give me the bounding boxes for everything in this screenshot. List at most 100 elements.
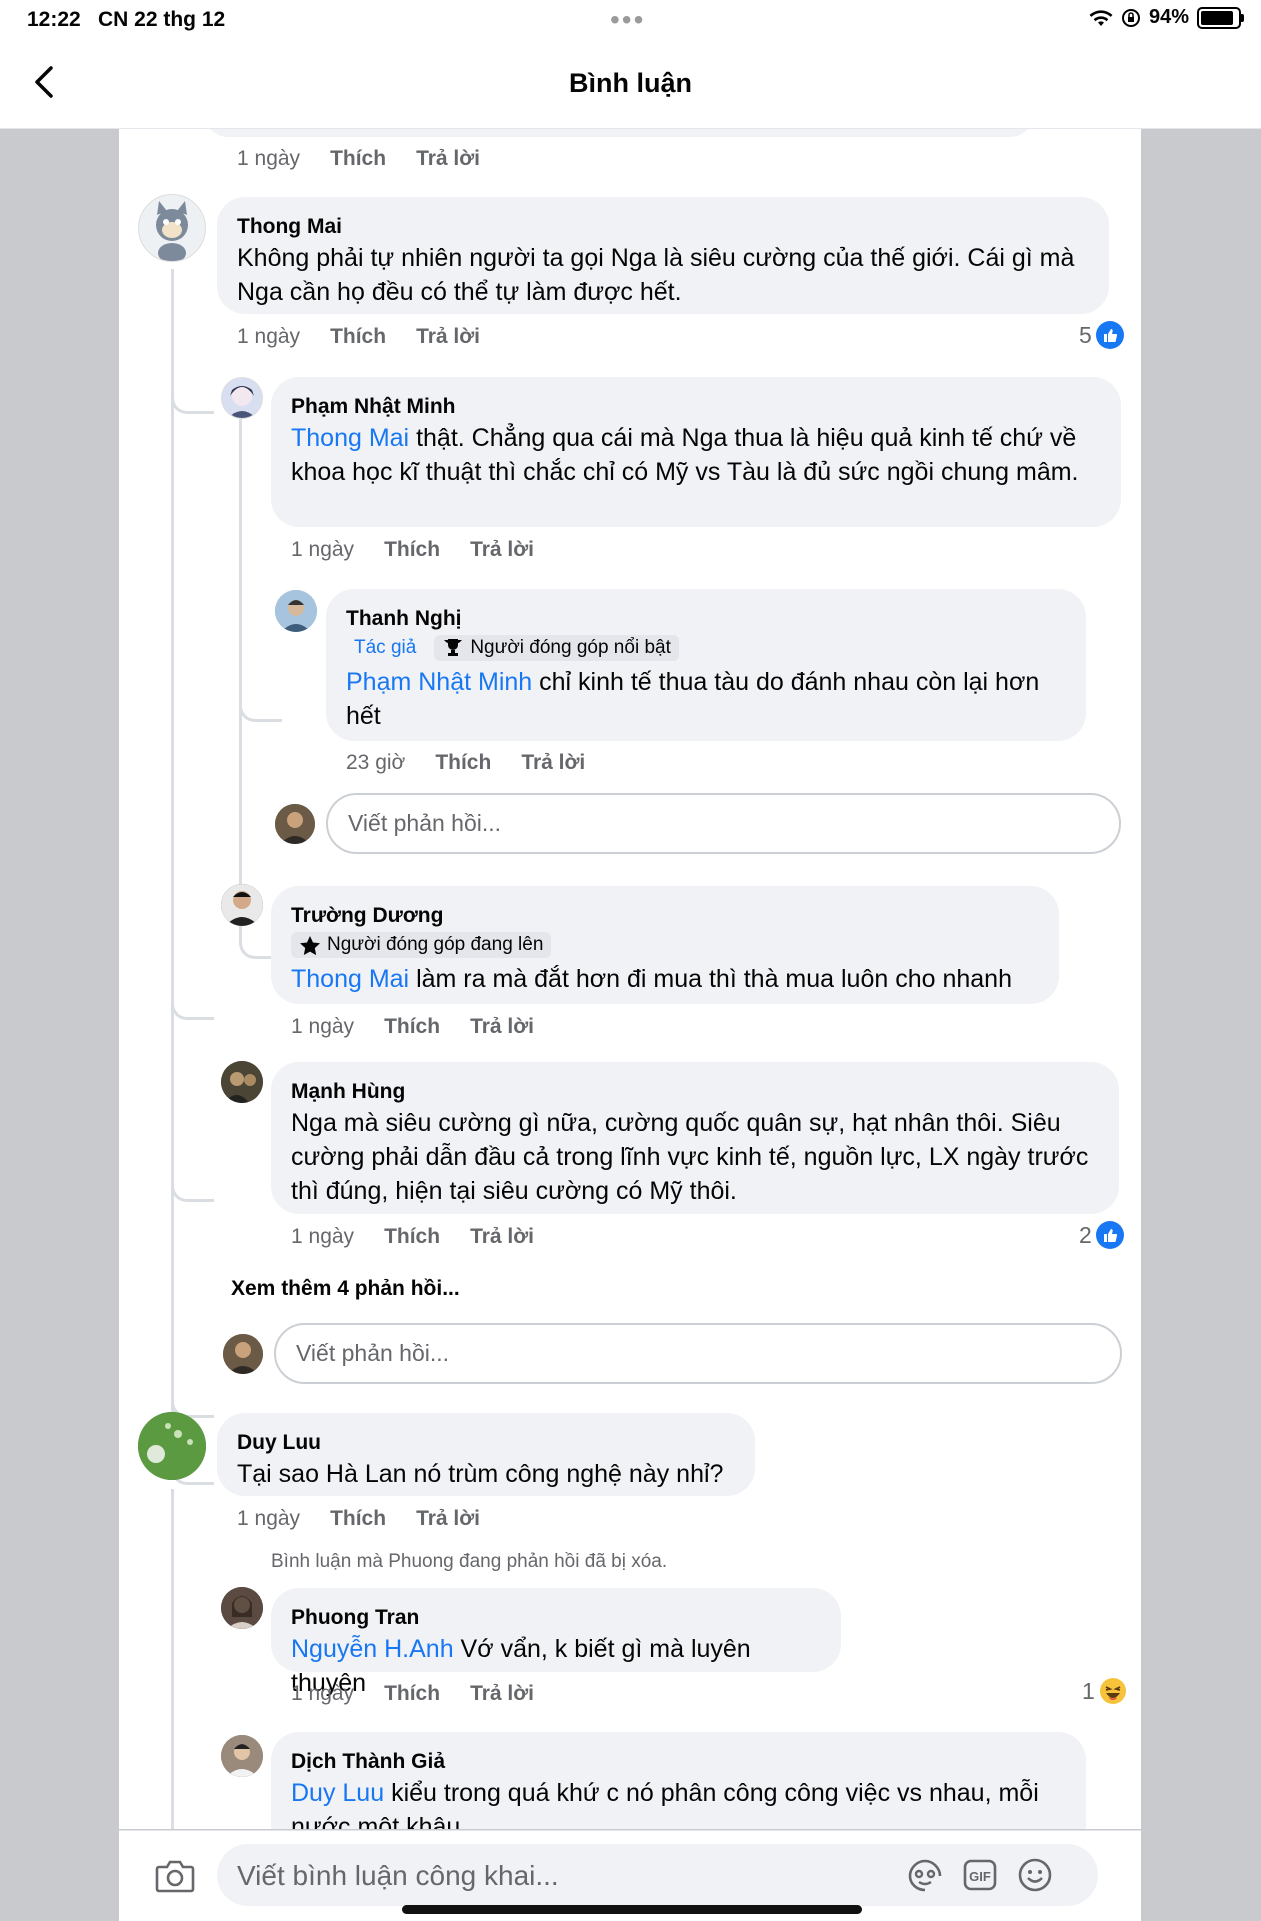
like-icon (1095, 321, 1124, 349)
photo-avatar-icon (221, 1587, 263, 1629)
comment-author[interactable]: Phạm Nhật Minh (291, 393, 1101, 421)
avatar[interactable] (221, 377, 263, 419)
reply-link[interactable]: Trả lời (416, 1507, 480, 1531)
reaction-number: 5 (1079, 321, 1092, 348)
reply-link[interactable]: Trả lời (470, 1015, 534, 1039)
comment-input[interactable]: Viết bình luận công khai... GIF (217, 1844, 1098, 1906)
comment-author[interactable]: Thong Mai (237, 213, 1089, 241)
comment-bubble[interactable]: Phuong Tran Nguyễn H.Anh Vớ vẩn, k biết … (271, 1588, 841, 1697)
comment-time: 1 ngày (291, 1015, 355, 1038)
mention-link[interactable]: Phạm Nhật Minh (346, 668, 532, 696)
haha-icon (1099, 1678, 1126, 1704)
comment-time: 1 ngày (237, 325, 301, 348)
anime-avatar-icon (228, 386, 256, 418)
comment-time: 1 ngày (237, 1507, 301, 1530)
comment-body: thật. Chẳng qua cái mà Nga thua là hiệu … (291, 424, 1079, 486)
avatar[interactable] (138, 194, 206, 262)
comment-bubble[interactable]: Thong Mai Không phải tự nhiên người ta g… (217, 197, 1109, 314)
comment-time: 1 ngày (291, 538, 355, 561)
avatar[interactable] (221, 1061, 263, 1103)
comments-header: Bình luận (0, 40, 1261, 129)
status-bar: 12:22 CN 22 thg 12 ••• 94% (0, 0, 1261, 40)
author-badge: Tác giả (354, 637, 417, 658)
reply-link[interactable]: Trả lời (521, 751, 585, 775)
comment-author[interactable]: Mạnh Hùng (291, 1078, 1099, 1106)
view-more-replies[interactable]: Xem thêm 4 phản hồi... (231, 1277, 460, 1301)
comment-meta: 23 giờ Thích Trả lời (346, 751, 585, 775)
like-link[interactable]: Thích (330, 325, 386, 349)
mention-link[interactable]: Thong Mai (291, 965, 409, 993)
comment-time: 1 ngày (237, 147, 301, 170)
thread-branch (171, 359, 214, 414)
comment-body: kiểu trong quá khứ c nó phân công công v… (291, 1779, 1039, 1829)
reply-input[interactable]: Viết phản hồi... (326, 793, 1121, 854)
comment-meta: 1 ngày Thích Trả lời (291, 1015, 534, 1039)
reply-link[interactable]: Trả lời (470, 538, 534, 562)
photo-avatar-icon (275, 590, 317, 632)
like-link[interactable]: Thích (435, 751, 491, 775)
comment-bubble[interactable]: Dịch Thành Giả Duy Luu kiểu trong quá kh… (271, 1732, 1086, 1829)
comment-author[interactable]: Duy Luu (237, 1429, 735, 1457)
badge-label: Người đóng góp đang lên (327, 934, 544, 955)
page-title: Bình luận (569, 68, 692, 98)
rotation-lock-icon (1121, 8, 1140, 27)
comment-bubble[interactable]: Thanh Nghị Tác giả Người đóng góp nổi bậ… (326, 589, 1086, 741)
camera-icon[interactable] (155, 1859, 195, 1893)
comment-bubble[interactable]: Duy Luu Tại sao Hà Lan nó trùm công nghệ… (217, 1413, 755, 1496)
comment-text: Thong Mai thật. Chẳng qua cái mà Nga thu… (291, 421, 1101, 489)
comment-author[interactable]: Thanh Nghị (346, 605, 1066, 633)
reaction-number: 2 (1079, 1221, 1092, 1248)
multitask-dots-icon[interactable]: ••• (610, 4, 645, 36)
emoji-icon[interactable] (1017, 1857, 1053, 1893)
reply-link[interactable]: Trả lời (416, 325, 480, 349)
gif-icon[interactable]: GIF (963, 1859, 997, 1891)
like-link[interactable]: Thích (384, 1225, 440, 1249)
comment-composer: Viết bình luận công khai... GIF (119, 1830, 1141, 1921)
thread-line (171, 1489, 174, 1829)
comment-author[interactable]: Phuong Tran (291, 1604, 821, 1632)
reply-link[interactable]: Trả lời (416, 147, 480, 171)
avatar[interactable] (275, 590, 317, 632)
comments-list[interactable]: 1 ngày Thích Trả lời Thong Mai Không phả… (119, 129, 1141, 1829)
photo-avatar-icon (221, 1735, 263, 1777)
avatar[interactable] (221, 884, 263, 926)
comment-author[interactable]: Trường Dương (291, 902, 1039, 930)
like-link[interactable]: Thích (384, 1682, 440, 1706)
avatar[interactable] (221, 1587, 263, 1629)
like-link[interactable]: Thích (384, 1015, 440, 1039)
thread-branch (171, 889, 214, 1020)
top-contributor-badge[interactable]: Người đóng góp nổi bật (434, 635, 679, 661)
user-avatar-icon (275, 804, 315, 844)
reply-input[interactable]: Viết phản hồi... (274, 1323, 1122, 1384)
like-link[interactable]: Thích (384, 538, 440, 562)
like-link[interactable]: Thích (330, 1507, 386, 1531)
comment-meta: 1 ngày Thích Trả lời (237, 1507, 480, 1531)
like-link[interactable]: Thích (330, 147, 386, 171)
comment-meta: 1 ngày Thích Trả lời (237, 325, 480, 349)
comment-meta: 1 ngày Thích Trả lời (291, 538, 534, 562)
comment-bubble[interactable]: Trường Dương Người đóng góp đang lên Tho… (271, 886, 1059, 1004)
comment-text: Không phải tự nhiên người ta gọi Nga là … (237, 244, 1075, 306)
reaction-count[interactable]: 1 (1082, 1677, 1127, 1705)
comment-text: Nga mà siêu cường gì nữa, cường quốc quâ… (291, 1109, 1089, 1205)
comment-author[interactable]: Dịch Thành Giả (291, 1748, 1066, 1776)
mention-link[interactable]: Duy Luu (291, 1779, 384, 1807)
thread-branch (171, 1069, 214, 1202)
user-avatar-icon (223, 1334, 263, 1374)
comment-bubble[interactable]: Phạm Nhật Minh Thong Mai thật. Chẳng qua… (271, 377, 1121, 527)
my-avatar (223, 1334, 263, 1374)
mention-link[interactable]: Thong Mai (291, 424, 409, 452)
reply-link[interactable]: Trả lời (470, 1682, 534, 1706)
avatar[interactable] (138, 1412, 206, 1480)
avatar-sticker-icon[interactable] (907, 1858, 943, 1892)
mention-link[interactable]: Nguyễn H.Anh (291, 1635, 454, 1663)
comment-text: Phạm Nhật Minh chỉ kinh tế thua tàu do đ… (346, 665, 1066, 733)
comment-bubble[interactable]: Mạnh Hùng Nga mà siêu cường gì nữa, cườn… (271, 1062, 1119, 1214)
avatar[interactable] (221, 1735, 263, 1777)
reaction-count[interactable]: 5 (1079, 321, 1124, 349)
reaction-count[interactable]: 2 (1079, 1221, 1124, 1249)
badge-row: Người đóng góp đang lên (291, 932, 1039, 958)
reply-link[interactable]: Trả lời (470, 1225, 534, 1249)
comment-text: Tại sao Hà Lan nó trùm công nghệ này nhỉ… (237, 1460, 724, 1488)
rising-contributor-badge[interactable]: Người đóng góp đang lên (291, 932, 552, 958)
